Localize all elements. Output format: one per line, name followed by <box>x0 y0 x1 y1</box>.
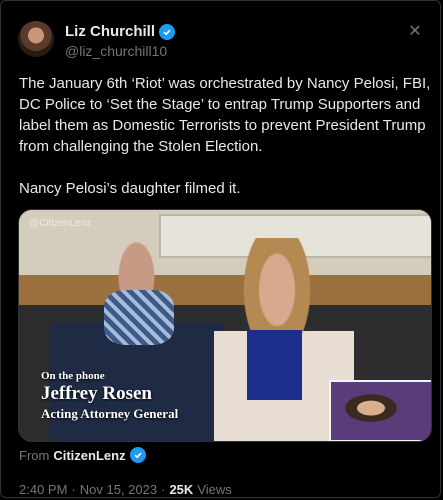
video-blue-top <box>247 330 302 400</box>
author-avatar[interactable] <box>18 21 54 57</box>
tweet-time[interactable]: 2:40 PM <box>19 482 67 497</box>
verified-badge-icon <box>159 23 175 40</box>
author-handle[interactable]: @liz_churchill10 <box>65 43 167 59</box>
sign-language-inset <box>329 380 431 441</box>
author-display-name[interactable]: Liz Churchill <box>65 23 155 40</box>
views-count: 25K <box>169 482 194 497</box>
video-watermark: @CitizenLenz <box>29 218 92 229</box>
tweet-meta: 2:40 PM · Nov 15, 2023 · 25K Views <box>19 482 232 497</box>
meta-separator: · <box>71 482 76 497</box>
close-icon[interactable]: ✕ <box>406 23 424 41</box>
video-face-mask <box>104 290 174 345</box>
tweet-video[interactable]: @CitizenLenz On the phone Jeffrey Rosen … <box>18 209 432 442</box>
from-label: From <box>19 447 50 463</box>
video-caption-line3: Acting Attorney General <box>41 406 179 421</box>
views-label: Views <box>197 482 232 497</box>
video-caption-line1: On the phone <box>41 370 105 382</box>
meta-separator: · <box>161 482 166 497</box>
video-caption-line2: Jeffrey Rosen <box>41 383 152 404</box>
source-attribution: From CitizenLenz <box>19 447 146 463</box>
tweet-text: The January 6th ‘Riot’ was orchestrated … <box>19 75 431 197</box>
source-name-link[interactable]: CitizenLenz <box>53 448 125 463</box>
tweet-date[interactable]: Nov 15, 2023 <box>80 482 157 497</box>
tweet-card: Liz Churchill @liz_churchill10 ✕ The Jan… <box>0 0 441 498</box>
author-name-row[interactable]: Liz Churchill <box>65 23 175 40</box>
verified-badge-icon <box>129 447 146 463</box>
